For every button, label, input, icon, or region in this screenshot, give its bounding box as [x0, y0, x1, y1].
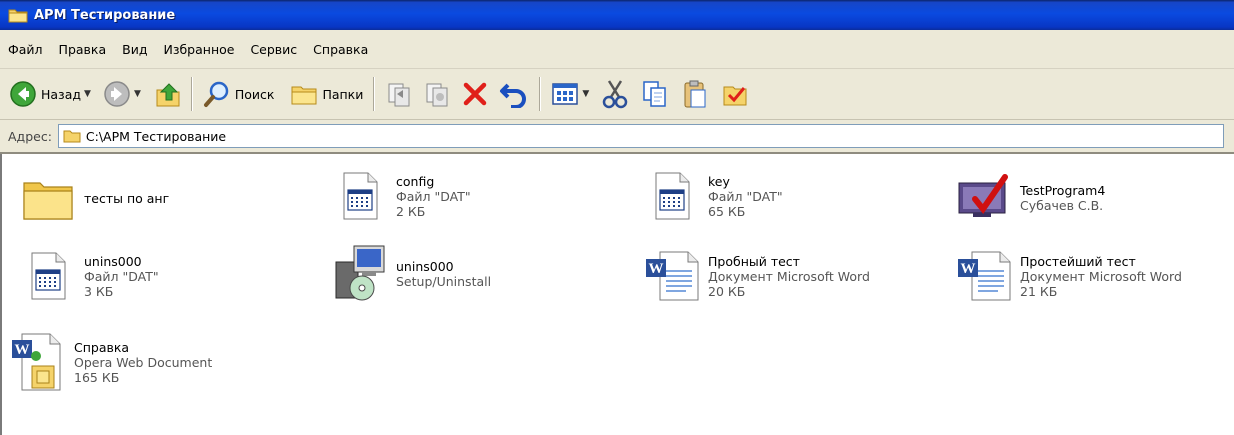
list-item[interactable]: key Файл "DAT" 65 КБ	[642, 164, 783, 228]
search-icon	[203, 81, 229, 107]
dat-file-icon	[31, 252, 66, 300]
dat-file-icon	[655, 172, 690, 220]
undo-icon	[500, 83, 527, 108]
cut-button[interactable]	[598, 76, 632, 112]
address-path: C:\АРМ Тестирование	[85, 128, 227, 144]
forward-button[interactable]: ▼	[100, 76, 144, 112]
svg-text:W: W	[15, 342, 30, 358]
folders-icon	[291, 86, 317, 105]
address-field[interactable]: C:\АРМ Тестирование	[57, 124, 1224, 148]
back-dropdown-icon[interactable]: ▼	[84, 89, 91, 99]
window-title: АРМ Тестирование	[34, 7, 176, 23]
paste-icon	[684, 80, 706, 108]
setup-icon	[335, 245, 385, 301]
folder-icon	[23, 182, 73, 220]
copy-to-button[interactable]	[420, 76, 454, 112]
forward-arrow-icon	[104, 81, 130, 107]
menu-help[interactable]: Справка	[305, 42, 376, 57]
undo-button[interactable]	[496, 76, 532, 112]
item-type: Документ Microsoft Word	[1020, 268, 1182, 284]
move-to-button[interactable]	[382, 76, 416, 112]
search-label: Поиск	[234, 86, 275, 102]
views-button[interactable]: ▼	[548, 76, 592, 112]
delete-icon	[464, 82, 487, 106]
list-item[interactable]: тесты по анг	[18, 166, 169, 230]
dat-file-icon	[343, 172, 378, 220]
menu-view[interactable]: Вид	[114, 42, 155, 57]
list-item[interactable]: config Файл "DAT" 2 КБ	[330, 164, 471, 228]
item-name: Справка	[74, 339, 130, 355]
toolbar: Назад ▼ ▼ Поиск Папки ▼	[0, 69, 1234, 120]
item-name: Простейший тест	[1020, 253, 1136, 269]
folders-button[interactable]: Папки	[287, 76, 366, 112]
properties-icon	[723, 86, 747, 106]
item-size: 21 КБ	[1020, 283, 1058, 299]
back-button[interactable]: Назад ▼	[6, 76, 94, 112]
svg-text:W: W	[649, 261, 664, 277]
back-label: Назад	[41, 86, 82, 102]
word-document-icon: W	[646, 251, 699, 301]
views-icon	[552, 83, 579, 105]
properties-button[interactable]	[718, 76, 752, 112]
list-item[interactable]: TestProgram4 Субачев С.В.	[954, 166, 1105, 230]
item-type: Файл "DAT"	[84, 268, 159, 284]
item-size: 3 КБ	[84, 283, 114, 299]
item-name: Пробный тест	[708, 253, 800, 269]
folder-up-icon	[156, 83, 180, 107]
item-size: 65 КБ	[708, 203, 746, 219]
item-type: Документ Microsoft Word	[708, 268, 870, 284]
folder-icon	[8, 9, 28, 23]
folder-icon	[63, 130, 81, 143]
menu-file[interactable]: Файл	[0, 42, 51, 57]
toolbar-separator	[539, 77, 542, 111]
copy-icon	[643, 81, 667, 107]
item-name: unins000	[396, 259, 454, 274]
item-type: Файл "DAT"	[396, 188, 471, 204]
back-arrow-icon	[10, 81, 36, 107]
list-item[interactable]: W Пробный тест Документ Microsoft Word 2…	[642, 244, 870, 308]
copy-button[interactable]	[638, 76, 672, 112]
item-type: Opera Web Document	[74, 354, 213, 370]
list-item[interactable]: W Справка Opera Web Document 165 КБ	[8, 330, 212, 394]
item-type: Файл "DAT"	[708, 188, 783, 204]
list-item[interactable]: unins000 Setup/Uninstall	[330, 242, 491, 306]
item-name: тесты по анг	[84, 190, 170, 206]
up-button[interactable]	[152, 76, 184, 112]
toolbar-separator	[373, 77, 376, 111]
item-type: Субачев С.В.	[1020, 198, 1104, 213]
forward-dropdown-icon[interactable]: ▼	[134, 89, 141, 99]
move-to-icon	[388, 83, 410, 107]
item-name: key	[708, 173, 730, 189]
delete-button[interactable]	[458, 76, 492, 112]
address-bar: Адрес: C:\АРМ Тестирование	[0, 120, 1234, 154]
list-item[interactable]: W Простейший тест Документ Microsoft Wor…	[954, 244, 1182, 308]
menu-bar: Файл Правка Вид Избранное Сервис Справка	[0, 30, 1234, 69]
menu-edit[interactable]: Правка	[51, 42, 115, 57]
menu-tools[interactable]: Сервис	[242, 42, 305, 57]
item-name: unins000	[84, 253, 142, 269]
app-icon	[958, 174, 1008, 217]
file-list-pane: тесты по анг config Файл "DAT" 2 КБ key …	[0, 154, 1234, 435]
toolbar-separator	[190, 77, 193, 111]
item-type: Setup/Uninstall	[396, 274, 492, 289]
menu-favorites[interactable]: Избранное	[155, 42, 242, 57]
svg-text:W: W	[961, 261, 976, 277]
item-size: 2 КБ	[396, 203, 426, 219]
list-item[interactable]: unins000 Файл "DAT" 3 КБ	[18, 244, 159, 308]
word-document-icon: W	[958, 251, 1011, 301]
views-dropdown-icon[interactable]: ▼	[582, 89, 589, 99]
title-bar[interactable]: АРМ Тестирование	[0, 0, 1234, 30]
scissors-icon	[603, 80, 628, 109]
folders-label: Папки	[322, 86, 364, 102]
copy-to-icon	[426, 83, 448, 107]
item-name: config	[396, 173, 435, 189]
paste-button[interactable]	[678, 76, 712, 112]
web-document-icon: W	[12, 333, 61, 391]
item-name: TestProgram4	[1020, 183, 1106, 198]
item-size: 165 КБ	[74, 369, 120, 385]
address-label: Адрес:	[8, 128, 52, 144]
item-size: 20 КБ	[708, 283, 746, 299]
search-button[interactable]: Поиск	[200, 76, 278, 112]
